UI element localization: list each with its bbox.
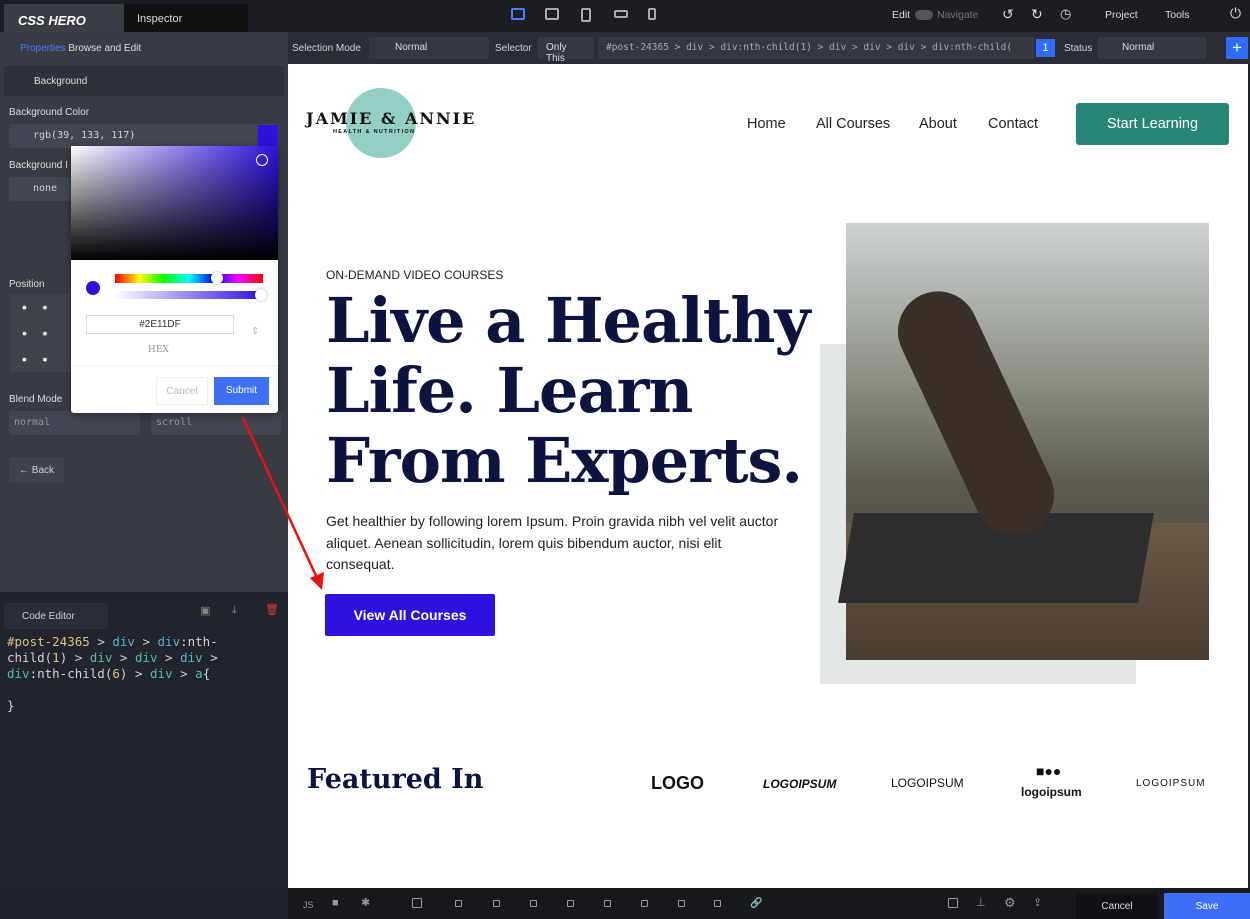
color-swatch[interactable]: [258, 125, 278, 147]
color-preview: [86, 281, 100, 295]
alpha-slider[interactable]: [115, 291, 263, 299]
logo-4-mark: ■●●: [1036, 763, 1062, 779]
hue-slider[interactable]: [115, 274, 263, 283]
status-select[interactable]: Normal: [1098, 37, 1206, 59]
eyebrow-text: ON-DEMAND VIDEO COURSES: [326, 268, 504, 282]
format-label: HEX: [148, 345, 169, 355]
hero-body: Get healthier by following lorem Ipsum. …: [326, 513, 779, 572]
layout-icon[interactable]: [948, 898, 958, 908]
project-menu[interactable]: Project: [1105, 9, 1138, 21]
hero-photo: [838, 223, 1209, 660]
position-label: Position: [9, 279, 45, 290]
gear-icon[interactable]: ⚙: [1004, 895, 1016, 911]
nav-contact[interactable]: Contact: [988, 116, 1038, 132]
tools-menu[interactable]: Tools: [1165, 9, 1190, 21]
properties-link[interactable]: Properties: [20, 43, 66, 54]
submit-button[interactable]: Submit: [214, 377, 269, 405]
browse-label: Browse and Edit: [68, 43, 142, 54]
selection-mode-select[interactable]: Normal: [369, 37, 489, 59]
featured-in-heading: Featured In: [307, 764, 484, 795]
tablet-landscape-icon[interactable]: [545, 8, 559, 20]
back-button[interactable]: ← Back: [9, 457, 64, 483]
selector-label: Selector: [495, 43, 532, 54]
selection-mode-value: Normal: [395, 42, 428, 53]
logo-4: logoipsum: [1021, 785, 1082, 799]
breadcrumb-node[interactable]: [567, 900, 574, 907]
logo-2: LOGOIPSUM: [763, 777, 837, 791]
cancel-changes-button[interactable]: Cancel: [1076, 893, 1158, 919]
logo-5: LOGOIPSUM: [1136, 778, 1206, 789]
breadcrumb-node[interactable]: [678, 900, 685, 907]
match-count-badge: 1: [1036, 39, 1055, 57]
save-button[interactable]: Save: [1164, 893, 1250, 919]
annotation-arrow: [241, 417, 324, 590]
hero-headline: Live a Healthy Life. Learn From Experts.: [326, 284, 810, 497]
bg-color-input[interactable]: rgb(39, 133, 117): [9, 124, 279, 148]
code-text[interactable]: #post-24365 > div > div:nth- child(1) > …: [7, 634, 218, 714]
accessibility-icon[interactable]: ✱: [361, 896, 370, 909]
redo-icon[interactable]: ↻: [1031, 6, 1043, 23]
nav-about[interactable]: About: [919, 116, 957, 132]
desktop-icon[interactable]: [511, 8, 525, 20]
mobile-landscape-icon[interactable]: [614, 10, 628, 18]
undo-icon[interactable]: ↺: [1002, 6, 1014, 23]
sitemap-icon[interactable]: ⊥: [976, 896, 986, 909]
format-toggle-icon[interactable]: ⇕: [251, 326, 259, 337]
background-section-title[interactable]: Background: [34, 76, 87, 87]
mobile-icon[interactable]: [648, 8, 656, 20]
add-button[interactable]: +: [1226, 37, 1248, 59]
site-logo[interactable]: JAMIE & ANNIE: [306, 109, 476, 128]
breadcrumb-node[interactable]: [714, 900, 721, 907]
breadcrumb-node[interactable]: [455, 900, 462, 907]
breadcrumb-node[interactable]: [604, 900, 611, 907]
alpha-handle[interactable]: [255, 289, 267, 301]
position-grid[interactable]: • • • • • •: [10, 294, 72, 372]
saturation-handle[interactable]: [256, 154, 268, 166]
selector-path[interactable]: #post-24365 > div > div:nth-child(1) > d…: [598, 37, 1034, 59]
navigate-label: Navigate: [937, 9, 979, 21]
cancel-button[interactable]: Cancel: [156, 377, 208, 405]
breadcrumb-node[interactable]: [641, 900, 648, 907]
edit-label: Edit: [892, 9, 911, 21]
history-icon[interactable]: ◷: [1060, 6, 1071, 22]
edit-navigate-toggle[interactable]: [915, 10, 933, 20]
export-icon[interactable]: ⇪: [1033, 896, 1042, 909]
breadcrumb-node[interactable]: [493, 900, 500, 907]
breadcrumb-node[interactable]: [530, 900, 537, 907]
code-editor-tab[interactable]: Code Editor: [4, 603, 108, 629]
tab-inspector[interactable]: Inspector: [124, 4, 248, 32]
save-icon[interactable]: ▣: [200, 604, 210, 617]
link-icon[interactable]: 🔗: [750, 898, 762, 909]
blend-mode-label: Blend Mode: [9, 394, 63, 405]
status-label: Status: [1064, 43, 1093, 54]
video-icon[interactable]: ■: [332, 897, 339, 909]
only-this-button[interactable]: Only This: [538, 37, 594, 64]
bg-image-input[interactable]: none: [9, 177, 71, 201]
color-picker: #2E11DF HEX ⇕ Cancel Submit: [71, 146, 278, 413]
app-logo: CSS HERO: [4, 4, 124, 32]
nav-home[interactable]: Home: [747, 116, 786, 132]
hex-input[interactable]: #2E11DF: [86, 315, 234, 334]
bg-image-label: Background I: [9, 160, 68, 171]
breadcrumb-body[interactable]: [412, 898, 422, 908]
trash-icon[interactable]: 🗑: [265, 603, 279, 616]
logo-1: LOGO: [651, 773, 704, 793]
start-learning-button[interactable]: Start Learning: [1076, 103, 1229, 145]
download-icon[interactable]: ⤓: [232, 604, 237, 617]
saturation-area[interactable]: [71, 146, 278, 260]
js-button[interactable]: JS: [303, 900, 314, 910]
nav-all-courses[interactable]: All Courses: [816, 116, 890, 132]
logo-3: LOGOIPSUM: [891, 776, 964, 790]
view-all-courses-button[interactable]: View All Courses: [325, 594, 495, 636]
power-icon[interactable]: ⏻: [1230, 5, 1241, 22]
tablet-icon[interactable]: [581, 8, 591, 22]
status-value: Normal: [1122, 42, 1155, 53]
bg-color-label: Background Color: [9, 107, 90, 118]
blend-mode-select[interactable]: normal: [9, 411, 140, 435]
hue-handle[interactable]: [211, 272, 223, 284]
site-logo-subtitle: HEALTH & NUTRITION: [333, 129, 416, 135]
selection-mode-label: Selection Mode: [292, 43, 361, 54]
